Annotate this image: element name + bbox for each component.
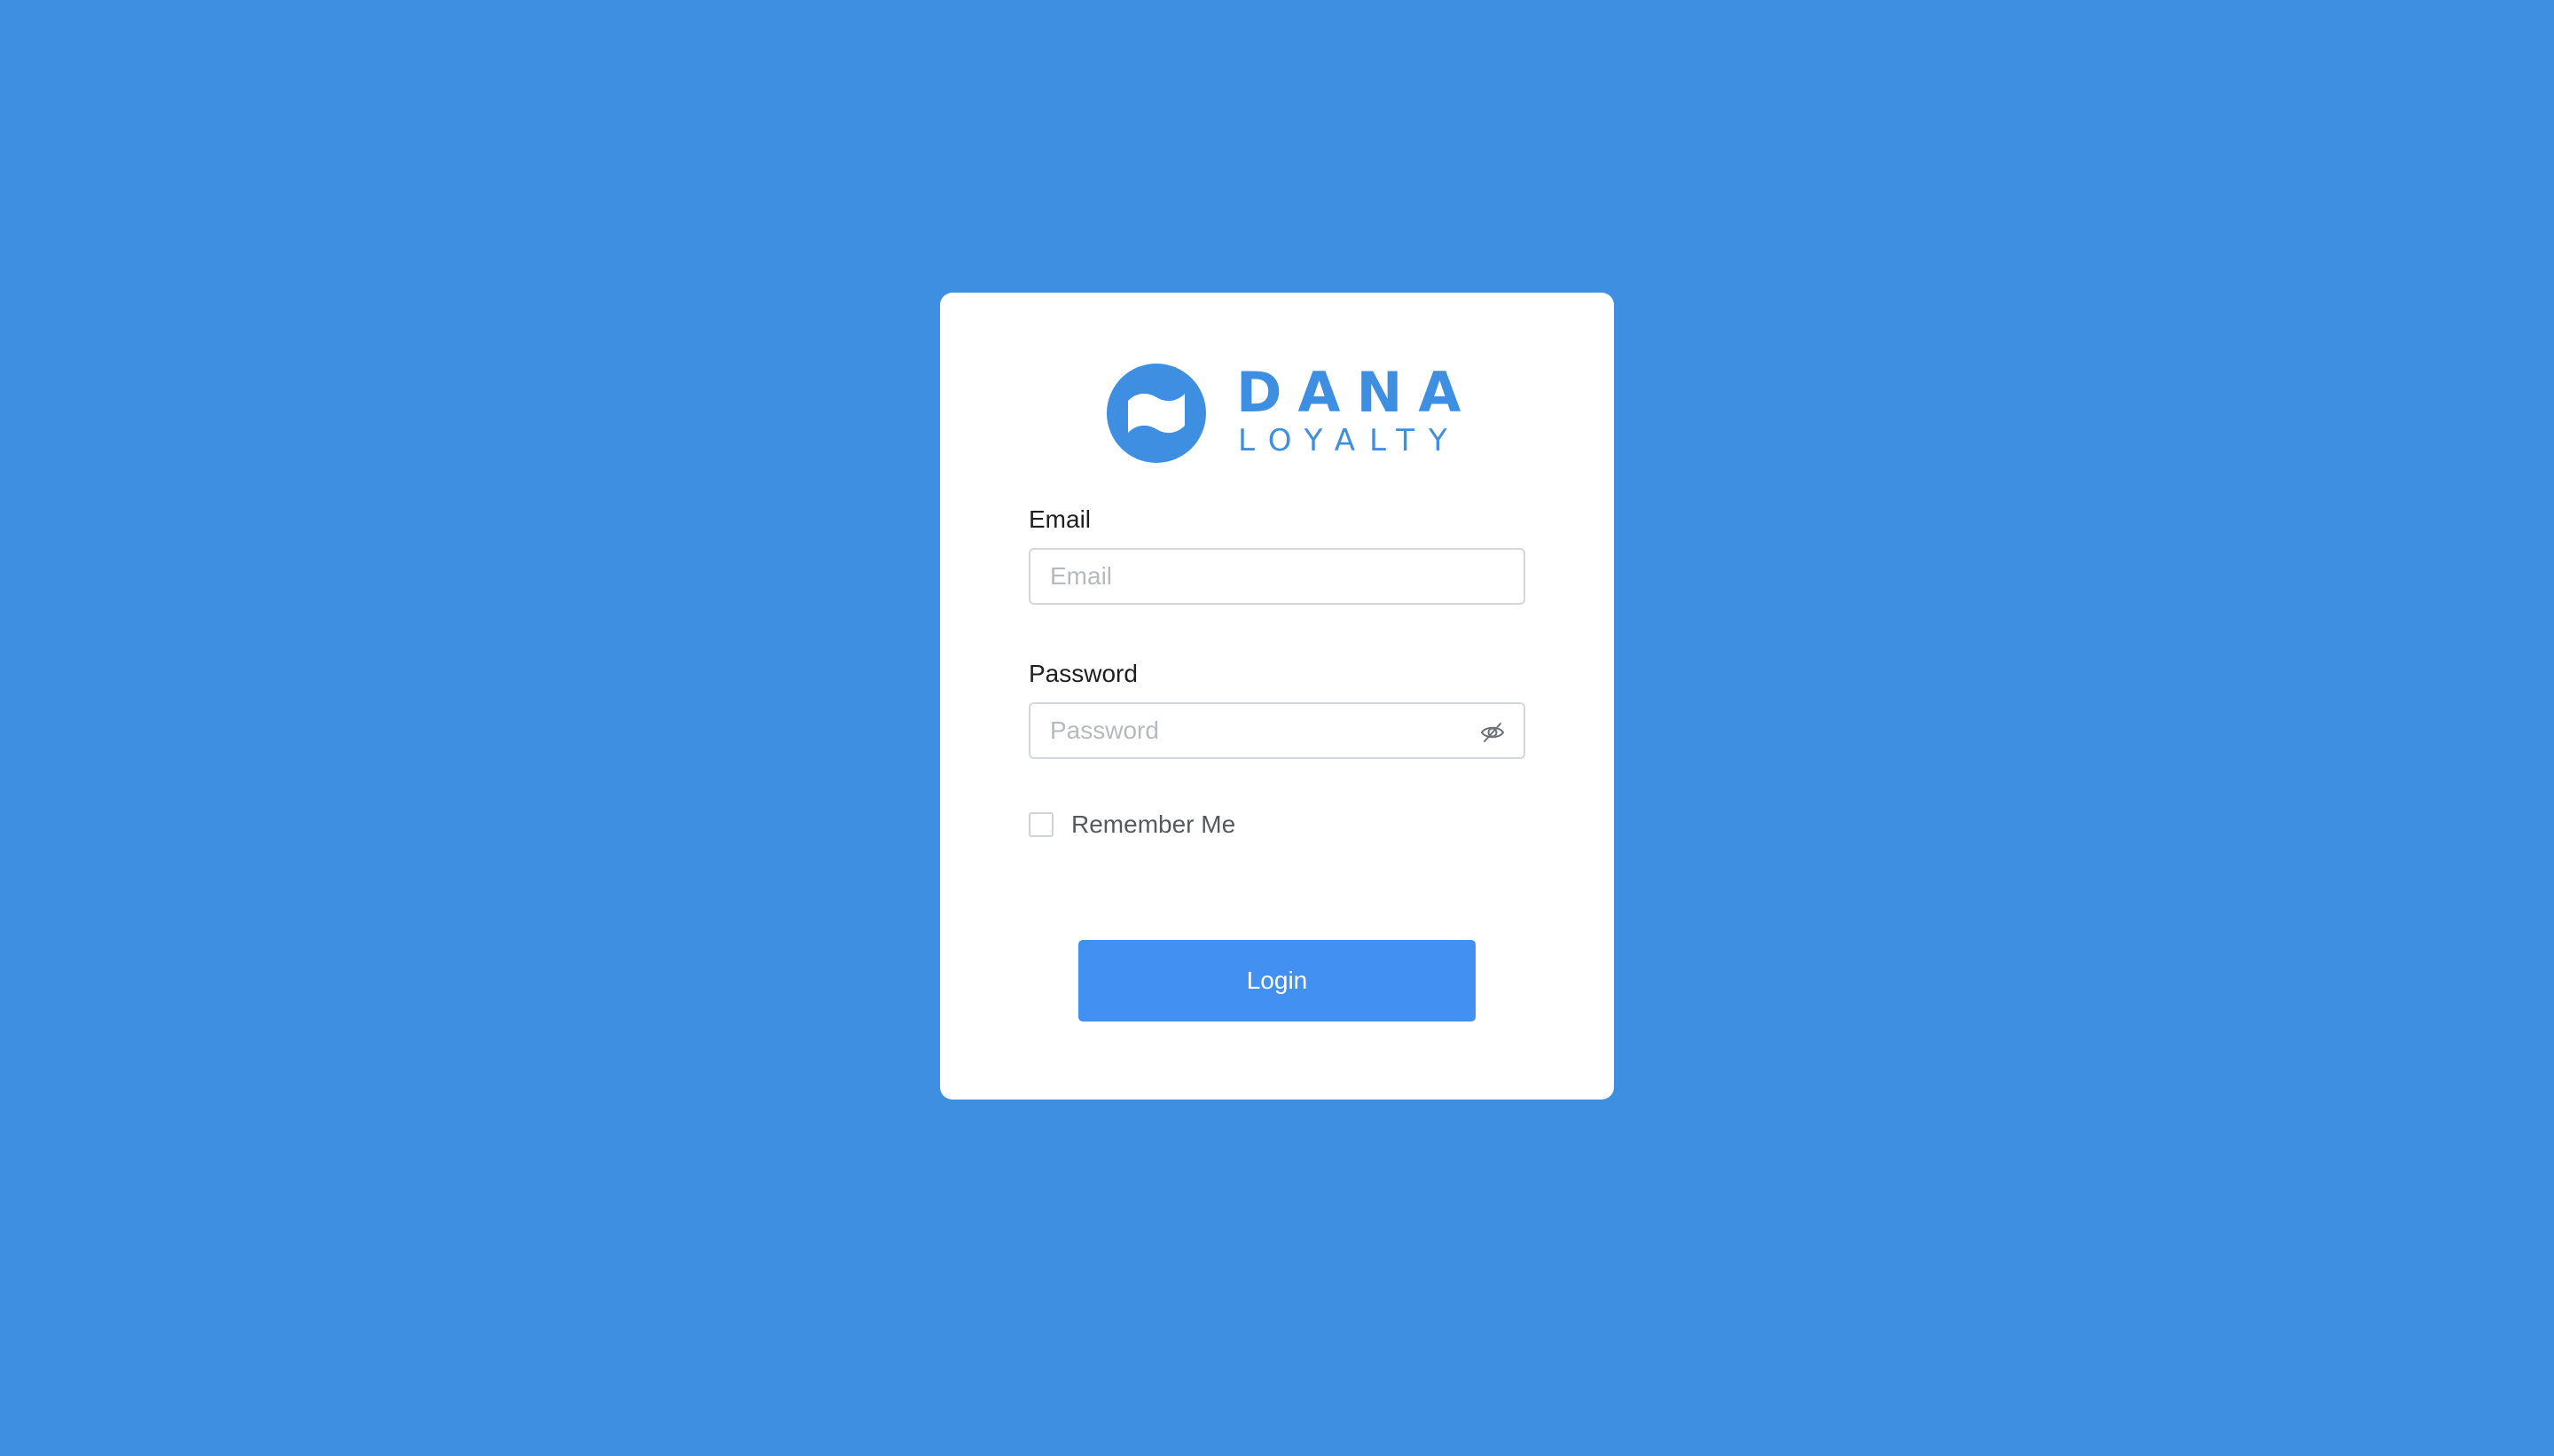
brand-logo: DANA LOYALTY bbox=[1105, 362, 1461, 468]
brand-tagline: LOYALTY bbox=[1238, 423, 1461, 458]
email-label: Email bbox=[1029, 505, 1092, 533]
remember-me-checkbox[interactable] bbox=[1029, 812, 1054, 837]
remember-me-label[interactable]: Remember Me bbox=[1071, 810, 1235, 839]
brand-name: DANA bbox=[1236, 360, 1477, 425]
brand-wordmark: DANA LOYALTY bbox=[1236, 360, 1477, 458]
password-field-container bbox=[1029, 702, 1525, 759]
email-field-container bbox=[1029, 548, 1525, 605]
eye-off-icon[interactable] bbox=[1479, 719, 1506, 746]
email-input[interactable] bbox=[1030, 550, 1524, 603]
login-card: DANA LOYALTY Email Password Remember Me … bbox=[940, 293, 1614, 1100]
remember-me-row: Remember Me bbox=[1029, 810, 1235, 839]
login-button[interactable]: Login bbox=[1078, 940, 1476, 1022]
password-label: Password bbox=[1029, 660, 1138, 687]
password-input[interactable] bbox=[1030, 704, 1524, 757]
flag-circle-icon bbox=[1107, 364, 1206, 463]
